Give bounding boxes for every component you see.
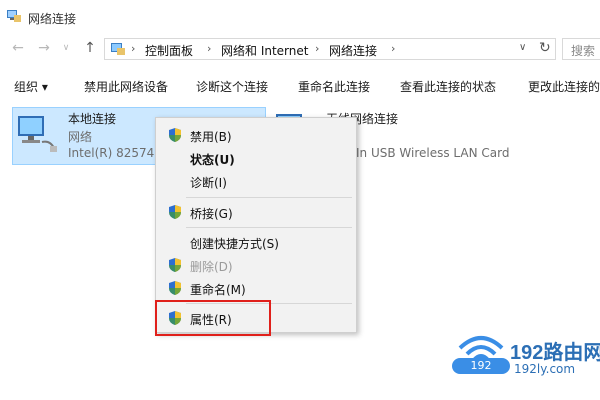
- address-row: ← → ∨ ↑ › 控制面板 › 网络和 Internet › 网络连接 › ∨…: [0, 34, 600, 64]
- view-status-button[interactable]: 查看此连接的状态: [400, 78, 496, 95]
- rename-connection-button[interactable]: 重命名此连接: [298, 78, 370, 95]
- network-folder-icon: [7, 10, 21, 22]
- watermark-brand: 192路由网: [510, 342, 600, 364]
- disable-device-button[interactable]: 禁用此网络设备: [84, 78, 168, 95]
- address-bar[interactable]: › 控制面板 › 网络和 Internet › 网络连接 › ∨ ↻: [104, 38, 556, 60]
- uac-shield-icon: [169, 281, 181, 295]
- menu-item-label: 创建快捷方式(S): [190, 237, 279, 251]
- menu-item-diagnose[interactable]: 诊断(I): [156, 170, 356, 192]
- title-bar: 网络连接: [0, 0, 600, 34]
- menu-item-label: 状态(U): [190, 153, 235, 167]
- connection-device: In USB Wireless LAN Card: [356, 146, 510, 160]
- watermark-pill: 192: [452, 358, 510, 374]
- menu-separator: [186, 227, 352, 228]
- menu-item-rename[interactable]: 重命名(M): [156, 277, 356, 299]
- back-arrow-icon[interactable]: ←: [10, 40, 26, 56]
- recent-locations-chevron-icon[interactable]: ∨: [58, 40, 74, 56]
- breadcrumb-network-internet[interactable]: 网络和 Internet: [221, 42, 308, 59]
- address-dropdown-icon[interactable]: ∨: [519, 42, 526, 53]
- breadcrumb-separator-icon: ›: [391, 42, 396, 55]
- search-box[interactable]: 搜索: [562, 38, 600, 60]
- organize-menu-button[interactable]: 组织 ▾: [14, 78, 48, 95]
- control-panel-icon: [111, 43, 125, 55]
- connection-device: Intel(R) 82574L: [68, 146, 161, 160]
- menu-item-label: 诊断(I): [190, 176, 227, 190]
- breadcrumb-control-panel[interactable]: 控制面板: [145, 42, 193, 59]
- uac-shield-icon: [169, 128, 181, 142]
- menu-item-label: 重命名(M): [190, 283, 246, 297]
- menu-item-label: 禁用(B): [190, 130, 232, 144]
- window-title: 网络连接: [28, 12, 77, 26]
- menu-item-delete: 删除(D): [156, 254, 356, 276]
- diagnose-connection-button[interactable]: 诊断这个连接: [196, 78, 268, 95]
- watermark-url: 192ly.com: [514, 362, 576, 376]
- menu-item-status[interactable]: 状态(U): [156, 147, 356, 169]
- breadcrumb-separator-icon: ›: [207, 42, 212, 55]
- breadcrumb-network-connections[interactable]: 网络连接: [329, 42, 377, 59]
- menu-item-label: 删除(D): [190, 260, 233, 274]
- command-bar: 组织 ▾ 禁用此网络设备 诊断这个连接 重命名此连接 查看此连接的状态 更改此连…: [0, 70, 600, 100]
- menu-item-create-shortcut[interactable]: 创建快捷方式(S): [156, 231, 356, 253]
- forward-arrow-icon[interactable]: →: [36, 40, 52, 56]
- change-settings-button[interactable]: 更改此连接的: [528, 78, 600, 95]
- up-arrow-icon[interactable]: ↑: [82, 40, 98, 56]
- search-input[interactable]: 搜索: [571, 42, 595, 59]
- watermark-logo: 192 192路由网 192ly.com: [452, 318, 600, 388]
- uac-shield-icon: [169, 205, 181, 219]
- breadcrumb-separator-icon: ›: [131, 42, 136, 55]
- breadcrumb-separator-icon: ›: [315, 42, 320, 55]
- ethernet-adapter-icon: [18, 116, 57, 152]
- uac-shield-icon: [169, 258, 181, 272]
- properties-highlight-box: [155, 300, 271, 336]
- menu-item-disable[interactable]: 禁用(B): [156, 124, 356, 146]
- refresh-icon[interactable]: ↻: [539, 40, 551, 56]
- menu-item-bridge[interactable]: 桥接(G): [156, 201, 356, 223]
- menu-item-label: 桥接(G): [190, 207, 233, 221]
- menu-separator: [186, 197, 352, 198]
- connection-name: 本地连接: [68, 112, 117, 126]
- connection-status: 网络: [68, 130, 93, 144]
